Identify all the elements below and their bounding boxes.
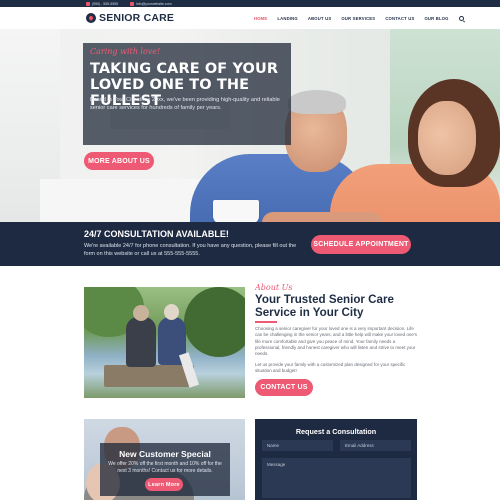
hero-description: Based in Your City since 20xx, we've bee… bbox=[90, 97, 280, 111]
phone-text: (555) - 555-5555 bbox=[92, 1, 119, 6]
email-field[interactable]: Email Address bbox=[340, 440, 411, 451]
contact-us-button[interactable]: CONTACT US bbox=[255, 379, 313, 396]
about-tag: About Us bbox=[255, 283, 293, 292]
more-about-us-button[interactable]: MORE ABOUT US bbox=[84, 152, 154, 170]
page: (555) - 555-5555 info@yourwebsite.com SE… bbox=[0, 0, 500, 500]
email-text: info@yourwebsite.com bbox=[136, 1, 172, 6]
mail-icon bbox=[130, 1, 135, 6]
about-divider bbox=[255, 321, 277, 323]
nav-our-services[interactable]: OUR SERVICES bbox=[341, 16, 375, 21]
about-tree bbox=[184, 287, 245, 357]
special-title: New Customer Special bbox=[119, 449, 211, 459]
nav-about-us[interactable]: ABOUT US bbox=[308, 16, 331, 21]
about-paragraph-1: Choosing a senior caregiver for your lov… bbox=[255, 326, 417, 357]
consultation-title: 24/7 CONSULTATION AVAILABLE! bbox=[84, 229, 229, 239]
nav-our-blog[interactable]: OUR BLOG bbox=[424, 16, 448, 21]
topbar-email[interactable]: info@yourwebsite.com bbox=[130, 1, 172, 6]
special-text: We offer 20% off the first month and 10%… bbox=[108, 461, 222, 474]
about-paragraph-2: Let us provide your family with a custom… bbox=[255, 362, 406, 374]
main-nav: HOME LANDING ABOUT US OUR SERVICES CONTA… bbox=[254, 16, 464, 21]
hero-woman-face bbox=[418, 101, 476, 175]
search-icon[interactable] bbox=[458, 16, 464, 21]
about-stone-wall bbox=[104, 365, 194, 387]
hero-man-hair bbox=[288, 90, 346, 114]
form-title: Request a Consultation bbox=[295, 427, 377, 436]
hero-hands bbox=[262, 212, 382, 222]
nav-home[interactable]: HOME bbox=[254, 16, 267, 21]
site-header: SENIOR CARE HOME LANDING ABOUT US OUR SE… bbox=[0, 7, 500, 29]
about-man-head bbox=[133, 305, 149, 321]
schedule-appointment-button[interactable]: SCHEDULE APPOINTMENT bbox=[311, 235, 411, 254]
nav-landing[interactable]: LANDING bbox=[277, 16, 297, 21]
name-field[interactable]: Name bbox=[262, 440, 333, 451]
nav-contact-us[interactable]: CONTACT US bbox=[385, 16, 414, 21]
about-man bbox=[126, 317, 156, 367]
logo-heart-icon bbox=[86, 13, 96, 23]
hero-mug bbox=[213, 200, 259, 222]
message-field[interactable]: Message bbox=[262, 458, 411, 498]
logo[interactable]: SENIOR CARE bbox=[86, 12, 174, 24]
logo-text: SENIOR CARE bbox=[99, 12, 175, 24]
phone-icon bbox=[86, 1, 90, 6]
learn-more-button[interactable]: Learn More bbox=[145, 478, 183, 491]
about-title: Your Trusted Senior Care Service in Your… bbox=[255, 293, 394, 319]
topbar-phone[interactable]: (555) - 555-5555 bbox=[86, 1, 119, 6]
hero-tagline: Caring with love! bbox=[90, 47, 161, 56]
top-bar: (555) - 555-5555 info@yourwebsite.com bbox=[0, 0, 500, 7]
consultation-text: We're available 24/7 for phone consultat… bbox=[84, 243, 297, 257]
about-image bbox=[84, 287, 245, 398]
about-woman-head bbox=[164, 304, 179, 320]
